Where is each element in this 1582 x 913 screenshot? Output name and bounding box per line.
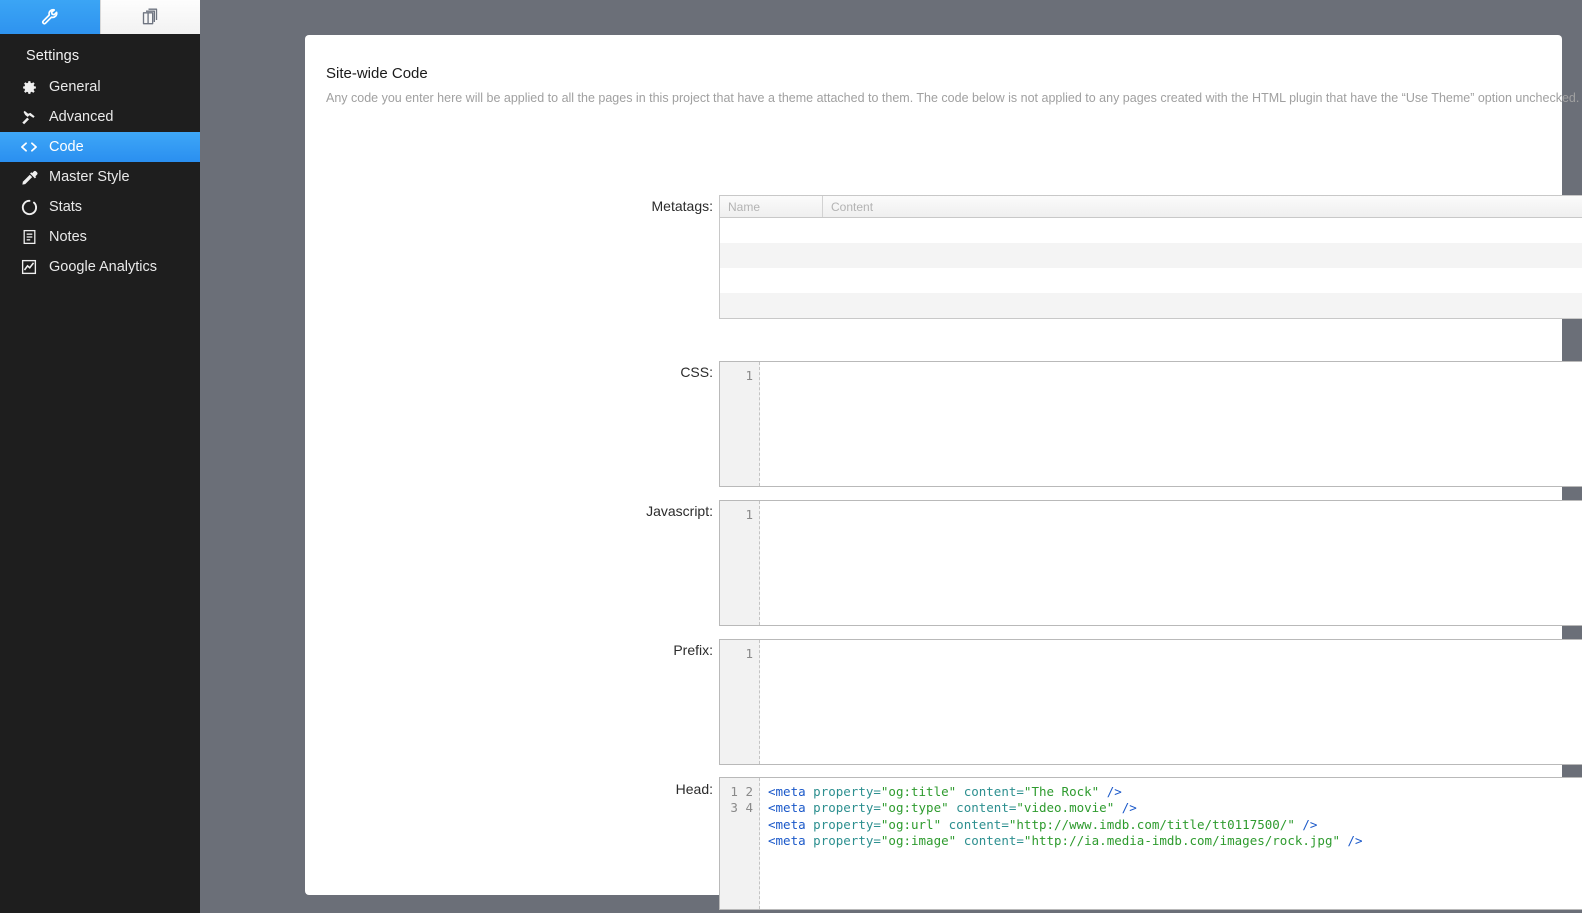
tools-tab[interactable] (0, 0, 100, 34)
prefix-editor[interactable]: 1 (719, 639, 1582, 765)
head-editor-gutter: 1 2 3 4 (720, 778, 760, 909)
sidebar-item-stats[interactable]: Stats (0, 192, 200, 222)
sidebar-item-label: Notes (49, 228, 87, 245)
column-header-content[interactable]: Content (823, 196, 1582, 217)
css-editor[interactable]: 1 (719, 361, 1582, 487)
javascript-editor-gutter: 1 (720, 501, 760, 625)
prefix-editor-gutter: 1 (720, 640, 760, 764)
code-line: <meta property="og:title" content="The R… (768, 784, 1122, 799)
head-label: Head: (675, 781, 713, 797)
prefix-label: Prefix: (673, 642, 713, 658)
css-editor-code[interactable] (760, 362, 1582, 486)
sidebar-item-label: Stats (49, 198, 83, 215)
sidebar-item-label: Advanced (49, 108, 114, 125)
head-editor-code[interactable]: <meta property="og:title" content="The R… (760, 778, 1582, 909)
table-row[interactable] (720, 268, 1582, 293)
sidebar: Settings General Advanced Code Master St… (0, 0, 200, 913)
hammer-icon (18, 106, 40, 128)
metatags-table[interactable]: Name Content (719, 195, 1582, 319)
javascript-editor[interactable]: 1 (719, 500, 1582, 626)
metatags-label: Metatags: (651, 198, 713, 214)
stats-arc-icon (18, 196, 40, 218)
sidebar-item-code[interactable]: Code (0, 132, 200, 162)
prefix-editor-code[interactable] (760, 640, 1582, 764)
sidebar-item-google-analytics[interactable]: Google Analytics (0, 252, 200, 282)
code-line: <meta property="og:url" content="http://… (768, 816, 1318, 832)
sidebar-section-title: Settings (26, 48, 80, 64)
sidebar-item-label: Google Analytics (49, 258, 158, 275)
css-label: CSS: (680, 364, 713, 380)
settings-panel: Site-wide Code Any code you enter here w… (305, 35, 1582, 910)
gear-icon (18, 76, 40, 98)
code-brackets-icon (18, 136, 40, 158)
sidebar-item-general[interactable]: General (0, 72, 200, 102)
table-row[interactable] (720, 243, 1582, 268)
analytics-chart-icon (18, 256, 40, 278)
head-editor[interactable]: 1 2 3 4 <meta property="og:title" conten… (719, 777, 1582, 910)
column-header-name[interactable]: Name (720, 196, 823, 217)
sidebar-item-label: General (49, 78, 101, 95)
javascript-label: Javascript: (646, 503, 713, 519)
sidebar-item-notes[interactable]: Notes (0, 222, 200, 252)
code-line: <meta property="og:type" content="video.… (768, 800, 1137, 816)
sidebar-item-advanced[interactable]: Advanced (0, 102, 200, 132)
page-description: Any code you enter here will be applied … (326, 91, 1580, 105)
metatags-table-header: Name Content (720, 196, 1582, 218)
wrench-icon (39, 6, 61, 28)
pages-tab[interactable] (100, 0, 200, 34)
css-editor-gutter: 1 (720, 362, 760, 486)
table-row[interactable] (720, 218, 1582, 243)
notes-document-icon (18, 226, 40, 248)
sidebar-item-label: Master Style (49, 168, 130, 185)
table-row[interactable] (720, 293, 1582, 318)
stacked-pages-icon (141, 7, 161, 27)
javascript-editor-code[interactable] (760, 501, 1582, 625)
page-title: Site-wide Code (326, 65, 428, 82)
sidebar-item-master-style[interactable]: Master Style (0, 162, 200, 192)
sidebar-tabbar (0, 0, 200, 34)
eyedropper-icon (18, 166, 40, 188)
code-line: <meta property="og:image" content="http:… (768, 832, 1363, 848)
sidebar-item-label: Code (49, 138, 84, 155)
